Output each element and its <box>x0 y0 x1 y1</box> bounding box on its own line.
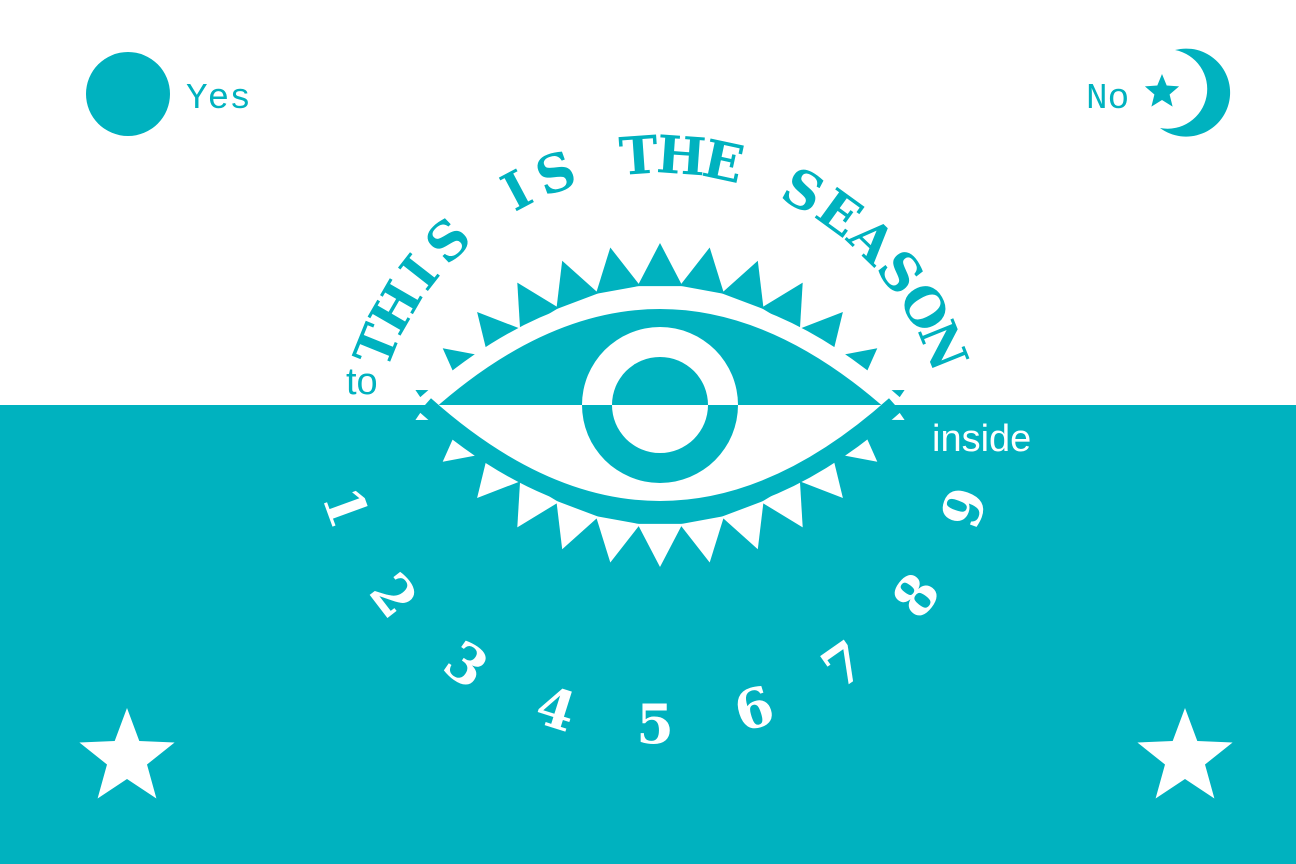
caption-to: to <box>346 361 378 403</box>
ouija-board: Yes No THISIS THE SEASON to inside 1234 5 67… <box>0 0 1296 864</box>
caption-inside: inside <box>932 418 1031 460</box>
yes-label[interactable]: Yes <box>186 78 251 119</box>
no-label[interactable]: No <box>1086 78 1129 119</box>
sun-circle-icon <box>86 52 170 136</box>
number-5[interactable]: 5 <box>636 692 674 756</box>
headline-letter: T <box>617 124 660 188</box>
